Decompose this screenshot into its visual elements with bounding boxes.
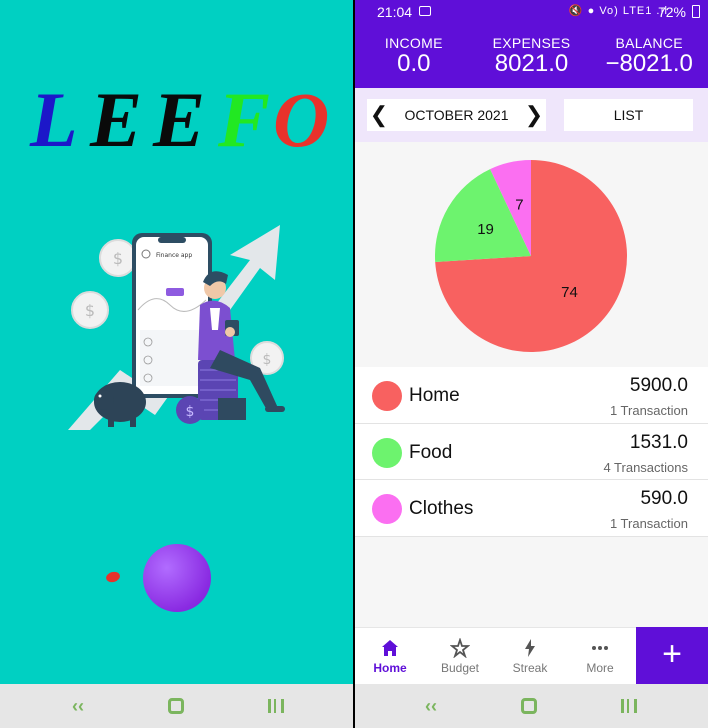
splash-screen: L E E F O $ $ $ Finance app $ ‹‹	[0, 0, 353, 728]
svg-text:$: $	[186, 404, 195, 420]
list-item[interactable]: Clothes 590.0 1 Transaction	[355, 480, 708, 537]
list-button[interactable]: LIST	[564, 99, 693, 131]
nav-budget[interactable]: Budget	[425, 628, 495, 685]
nav-budget-label: Budget	[440, 661, 480, 675]
income-summary: INCOME 0.0	[355, 24, 473, 88]
phone-title: Finance app	[156, 252, 192, 259]
network-label: Vo) LTE1	[599, 5, 653, 17]
status-bar: 21:04 🔇 ● Vo) LTE1 .ıl 72%	[355, 0, 708, 24]
expenses-label: EXPENSES	[492, 35, 571, 51]
category-amount: 5900.0	[629, 375, 688, 396]
system-nav-bar: ‹‹	[0, 684, 353, 728]
nav-more[interactable]: More	[565, 628, 635, 685]
battery-icon	[692, 5, 700, 18]
month-selector: ❮ OCTOBER 2021 ❯	[367, 99, 546, 131]
logo-letter: E	[90, 76, 143, 163]
loading-ball	[143, 544, 211, 612]
image-notification-icon	[419, 6, 431, 16]
bolt-icon	[525, 639, 535, 657]
expenses-value: 8021.0	[494, 50, 569, 77]
category-name: Clothes	[409, 498, 474, 519]
nav-streak[interactable]: Streak	[495, 628, 565, 685]
nav-home[interactable]: Home	[355, 628, 425, 685]
more-dots-icon	[592, 646, 608, 650]
category-list: Home 5900.0 1 Transaction Food 1531.0 4 …	[355, 367, 708, 537]
category-name: Home	[409, 385, 460, 406]
logo-letter: E	[153, 76, 206, 163]
svg-text:$: $	[113, 249, 123, 268]
svg-text:$: $	[263, 352, 272, 368]
expense-pie-chart: 74 19 7	[435, 160, 627, 352]
nav-streak-label: Streak	[512, 661, 548, 675]
category-name: Food	[409, 441, 453, 463]
category-transaction-count: 1 Transaction	[609, 516, 688, 531]
back-icon[interactable]: ‹‹	[68, 696, 88, 716]
category-transaction-count: 4 Transactions	[603, 459, 688, 475]
back-icon[interactable]: ‹‹	[421, 696, 441, 716]
finance-illustration: $ $ $ Finance app $	[68, 225, 285, 430]
totals-header: INCOME 0.0 EXPENSES 8021.0 BALANCE −8021…	[355, 24, 708, 88]
pie-chart-area: 74 19 7	[355, 142, 708, 367]
recents-icon[interactable]	[266, 697, 286, 715]
loading-dot	[104, 570, 122, 584]
logo-letter: F	[218, 76, 271, 163]
category-color-dot	[372, 437, 402, 468]
income-value: 0.0	[397, 50, 431, 77]
category-amount: 590.0	[640, 488, 688, 509]
star-plus-icon	[450, 638, 470, 658]
svg-text:$: $	[85, 301, 95, 320]
recents-icon[interactable]	[619, 697, 639, 715]
pie-slice-label: 74	[561, 284, 578, 301]
nav-home-label: Home	[373, 661, 407, 675]
system-nav-bar: ‹‹	[355, 684, 708, 728]
nav-more-label: More	[586, 661, 614, 675]
expenses-summary: EXPENSES 8021.0	[473, 24, 591, 88]
category-color-dot	[372, 494, 402, 524]
income-label: INCOME	[384, 35, 443, 51]
balance-label: BALANCE	[615, 35, 683, 51]
balance-value: −8021.0	[605, 50, 693, 77]
pie-slice-label: 19	[477, 221, 494, 238]
next-month-icon[interactable]: ❯	[524, 102, 544, 128]
expense-summary-screen: 21:04 🔇 ● Vo) LTE1 .ıl 72% INCOME 0.0 EX…	[355, 0, 708, 728]
month-label: OCTOBER 2021	[404, 107, 509, 123]
status-time: 21:04	[377, 4, 413, 20]
category-transaction-count: 1 Transaction	[609, 403, 688, 418]
pie-slice-label: 7	[515, 196, 523, 213]
list-item[interactable]: Food 1531.0 4 Transactions	[355, 424, 708, 480]
leefo-logo: L E E F O	[30, 80, 330, 160]
category-color-dot	[372, 381, 402, 411]
list-item[interactable]: Home 5900.0 1 Transaction	[355, 367, 708, 424]
network-icon: 🔇 ● Vo) LTE1 .ıl	[568, 5, 668, 17]
battery-level: 72%	[657, 4, 686, 20]
logo-letter: O	[273, 76, 330, 163]
home-nav-icon[interactable]	[519, 697, 539, 715]
category-amount: 1531.0	[629, 431, 688, 453]
home-nav-icon[interactable]	[166, 697, 186, 715]
logo-letter: L	[30, 76, 78, 163]
control-bar: ❮ OCTOBER 2021 ❯ LIST	[355, 88, 708, 142]
add-transaction-button[interactable]: +	[636, 627, 708, 684]
balance-summary: BALANCE −8021.0	[590, 24, 708, 88]
home-icon	[382, 640, 398, 656]
